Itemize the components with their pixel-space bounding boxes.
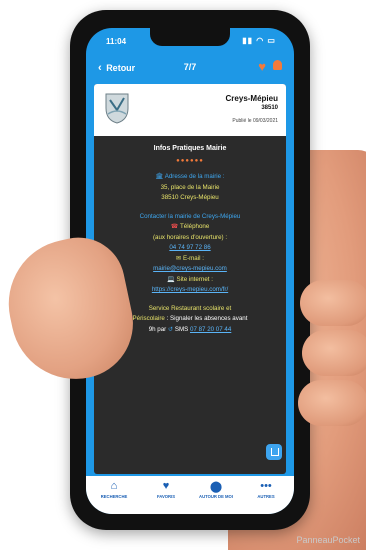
sms-label: SMS	[173, 325, 190, 333]
notch	[150, 28, 230, 46]
title-divider-dots: ●●●●●●	[176, 157, 204, 164]
watermark: PanneauPocket	[296, 535, 360, 545]
phone-label-row: ☎ Téléphone	[94, 222, 286, 233]
address-label-row: 🏛 Adresse de la mairie :	[94, 172, 286, 183]
town-name: Creys-Mépieu	[225, 94, 278, 103]
tab-label: RECHERCHE	[100, 494, 128, 499]
back-label: Retour	[106, 63, 136, 73]
email-label-row: ✉ E-mail :	[94, 254, 286, 265]
mailbox-icon: ✉	[176, 254, 183, 262]
section-title: Infos Pratiques Mairie	[153, 145, 227, 152]
share-icon[interactable]	[266, 444, 282, 460]
tab-label: AUTOUR DE MOI	[199, 494, 233, 499]
tab-autour-de-moi[interactable]: ⬤ AUTOUR DE MOI	[190, 480, 242, 499]
email-link[interactable]: mairie@creys-mepieu.com	[153, 265, 227, 272]
sms-number-link[interactable]: 07 87 20 07 44	[190, 326, 231, 333]
town-zip: 38510	[261, 105, 278, 111]
bottom-tab-bar: ⌂ RECHERCHE ♥ FAVORIS ⬤ AUTOUR DE MOI ••…	[86, 476, 294, 514]
tab-favoris[interactable]: ♥ FAVORIS	[140, 480, 192, 499]
location-pin-icon: ⬤	[209, 481, 223, 493]
tab-recherche[interactable]: ⌂ RECHERCHE	[88, 480, 140, 499]
service-line-3-text: 9h par	[148, 325, 168, 333]
bell-icon[interactable]	[273, 60, 282, 70]
service-line-2-text: : Signaler les absences avant	[164, 315, 248, 322]
building-icon: 🏛	[155, 173, 165, 180]
website-label: Site internet :	[176, 275, 213, 283]
tab-autres[interactable]: ••• AUTRES	[240, 480, 292, 499]
heart-icon: ♥	[162, 480, 170, 492]
hand-finger	[302, 330, 366, 376]
hand-finger	[298, 380, 366, 426]
chevron-left-icon: ‹	[98, 62, 102, 74]
status-time: 11:04	[106, 37, 127, 46]
status-indicators: ▮▮ ◠ ▭	[242, 36, 276, 45]
top-nav: ‹ Retour 7/7 ♥	[86, 54, 294, 82]
home-icon: ⌂	[110, 480, 118, 492]
contact-title: Contacter la mairie de Creys-Mépieu	[139, 212, 241, 220]
back-button[interactable]: ‹ Retour	[98, 62, 135, 74]
website-link[interactable]: https://creys-mepieu.com/fr/	[152, 286, 228, 293]
hand-finger	[300, 280, 366, 326]
address-line-2: 38510 Creys-Mépieu	[161, 194, 219, 201]
address-label: Adresse de la mairie :	[164, 173, 225, 180]
more-icon: •••	[260, 480, 272, 492]
favorite-heart-icon[interactable]: ♥	[258, 59, 266, 74]
service-line-2-highlight: Périscolaire	[132, 315, 165, 322]
email-label: E-mail :	[182, 254, 204, 262]
phone-hours: (aux horaires d'ouverture) :	[152, 233, 228, 241]
card-header: Creys-Mépieu 38510 Publié le 09/03/2021	[94, 84, 286, 136]
town-crest-logo	[105, 93, 129, 124]
tab-label: AUTRES	[257, 494, 275, 499]
phone-number-link[interactable]: 04 74 97 72 86	[169, 244, 210, 251]
address-line-1: 35, place de la Mairie	[160, 183, 220, 191]
publish-date: Publié le 09/03/2021	[232, 118, 278, 124]
tab-label: FAVORIS	[156, 494, 176, 499]
telephone-icon: ☎	[170, 223, 181, 230]
phone-label: Téléphone	[180, 223, 210, 230]
